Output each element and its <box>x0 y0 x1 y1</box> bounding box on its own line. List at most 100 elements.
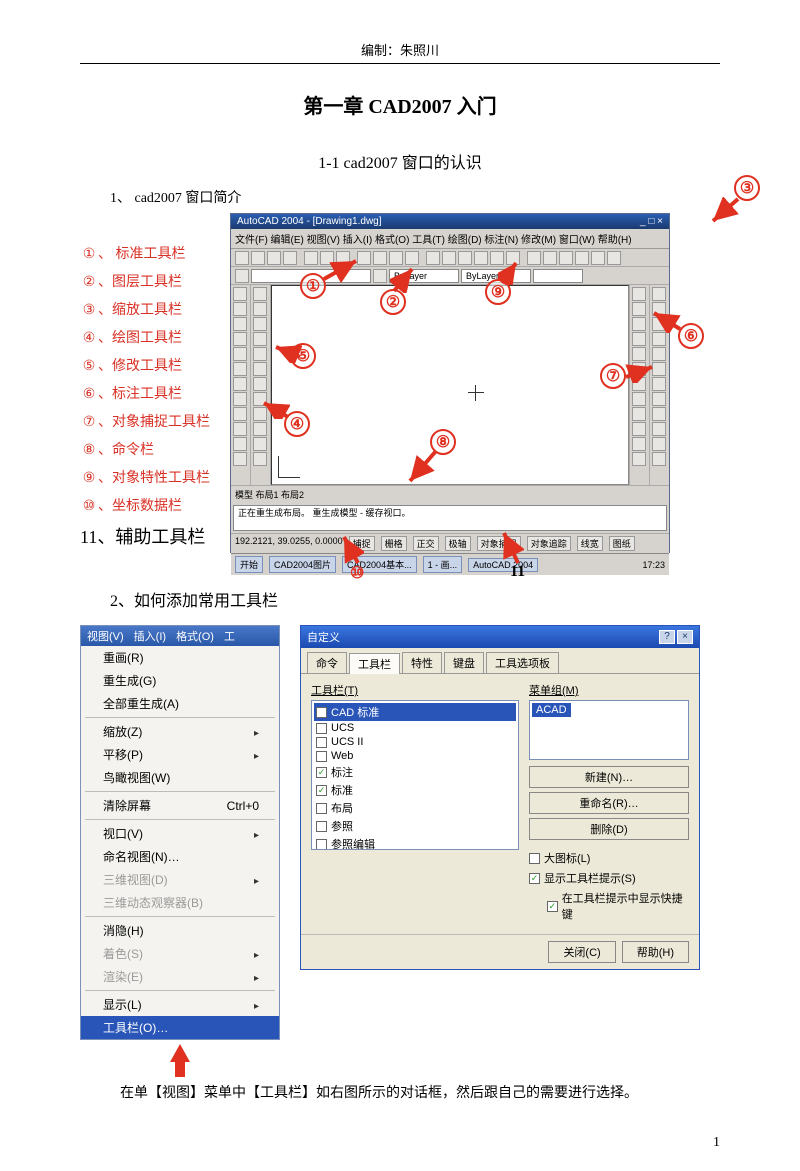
view-menu-item[interactable]: 显示(L) <box>81 993 279 1016</box>
cad-command-line[interactable]: 正在重生成布局。 重生成模型 - 缓存视口。 <box>233 505 667 531</box>
cad-modify-toolbar[interactable] <box>251 285 271 485</box>
rename-button[interactable]: 重命名(R)… <box>529 792 689 814</box>
page-number: 1 <box>80 1135 720 1151</box>
status-polar[interactable]: 极轴 <box>445 536 471 551</box>
cad-layer-toolbar[interactable]: ByLayer ByLayer <box>231 267 669 285</box>
crosshair-cursor <box>468 385 484 401</box>
tab-properties[interactable]: 特性 <box>402 652 442 673</box>
toolbar-list-item[interactable]: Web <box>314 749 516 763</box>
toolbar-list-label: 工具栏(T) <box>311 682 519 698</box>
header-rule <box>80 63 720 64</box>
view-menu[interactable]: 视图(V) 插入(I) 格式(O) 工 重画(R)重生成(G)全部重生成(A) 缩… <box>80 625 280 1040</box>
toolbar-list-item[interactable]: 参照 <box>314 817 516 835</box>
instruction-text: 在单【视图】菜单中【工具栏】如右图所示的对话框，然后跟自己的需要进行选择。 <box>120 1083 720 1105</box>
check-show-tooltips[interactable]: 显示工具栏提示(S) <box>529 870 689 886</box>
circled-marker-6: ⑥ <box>678 323 704 349</box>
cad-standard-toolbar[interactable] <box>231 249 669 267</box>
dialog-title: 自定义 <box>307 629 340 645</box>
view-menu-item[interactable]: 渲染(E) <box>81 965 279 988</box>
cad-osnap-toolbar[interactable] <box>629 285 649 485</box>
task-item[interactable]: CAD2004基本... <box>342 556 417 573</box>
check-large-icons[interactable]: 大图标(L) <box>529 850 689 866</box>
toolbar-list-item[interactable]: 标准 <box>314 781 516 799</box>
view-menu-item[interactable]: 缩放(Z) <box>81 720 279 743</box>
tab-keyboard[interactable]: 键盘 <box>444 652 484 673</box>
start-button[interactable]: 开始 <box>235 556 263 573</box>
view-menu-item[interactable]: 全部重生成(A) <box>81 692 279 715</box>
cad-status-bar[interactable]: 192.2121, 39.0255, 0.0000 捕捉 栅格 正交 极轴 对象… <box>231 533 669 553</box>
customize-dialog: 自定义 ? × 命令 工具栏 特性 键盘 工具选项板 工具栏(T) CAD 标准… <box>300 625 700 970</box>
status-osnap[interactable]: 对象捕捉 <box>477 536 521 551</box>
section-1-title: 1-1 cad2007 窗口的认识 <box>80 149 720 173</box>
delete-button[interactable]: 删除(D) <box>529 818 689 840</box>
legend-item-5: ⑤、修改工具栏 <box>80 355 230 375</box>
tab-toolpalettes[interactable]: 工具选项板 <box>486 652 559 673</box>
legend-item-11: 11、辅助工具栏 <box>80 523 230 549</box>
dialog-titlebar[interactable]: 自定义 ? × <box>301 626 699 648</box>
toolbar-list-item[interactable]: UCS II <box>314 735 516 749</box>
section-2-title: 2、如何添加常用工具栏 <box>110 587 720 611</box>
view-menu-item[interactable]: 消隐(H) <box>81 919 279 942</box>
cad-canvas[interactable] <box>271 285 629 485</box>
cad-menubar[interactable]: 文件(F) 编辑(E) 视图(V) 插入(I) 格式(O) 工具(T) 绘图(D… <box>231 229 669 249</box>
view-menu-item[interactable]: 三维视图(D) <box>81 868 279 891</box>
toolbar-list-item[interactable]: 参照编辑 <box>314 835 516 850</box>
view-menu-item[interactable]: 平移(P) <box>81 743 279 766</box>
view-menu-item[interactable]: 工具栏(O)… <box>81 1016 279 1039</box>
toolbar-list-item[interactable]: 布局 <box>314 799 516 817</box>
view-menu-item[interactable]: 命名视图(N)… <box>81 845 279 868</box>
view-menu-item[interactable]: 着色(S) <box>81 942 279 965</box>
dialog-tabs[interactable]: 命令 工具栏 特性 键盘 工具选项板 <box>301 648 699 674</box>
legend-item-2: ②、图层工具栏 <box>80 271 230 291</box>
tab-toolbars[interactable]: 工具栏 <box>349 653 400 674</box>
cad-window-titlebar: AutoCAD 2004 - [Drawing1.dwg] _ □ × <box>231 214 669 229</box>
tab-commands[interactable]: 命令 <box>307 652 347 673</box>
windows-taskbar[interactable]: 开始 CAD2004图片 CAD2004基本... 1 - 画... AutoC… <box>231 553 669 575</box>
task-item[interactable]: AutoCAD 2004 <box>468 558 538 572</box>
view-menu-item[interactable]: 重画(R) <box>81 646 279 669</box>
cad-window-title: AutoCAD 2004 - [Drawing1.dwg] <box>237 216 382 227</box>
cad-draw-toolbar[interactable] <box>231 285 251 485</box>
menugroup-item[interactable]: ACAD <box>532 703 571 717</box>
legend-item-1: ①、 标准工具栏 <box>80 243 230 263</box>
close-button[interactable]: 关闭(C) <box>548 941 615 963</box>
cad-dim-toolbar[interactable] <box>649 285 669 485</box>
task-item[interactable]: 1 - 画... <box>423 556 463 573</box>
status-ortho[interactable]: 正交 <box>413 536 439 551</box>
cad-window-controls[interactable]: _ □ × <box>640 216 663 227</box>
help-icon[interactable]: ? <box>659 630 675 644</box>
toolbar-list-item[interactable]: UCS <box>314 721 516 735</box>
status-lwt[interactable]: 线宽 <box>577 536 603 551</box>
view-menu-item[interactable]: 三维动态观察器(B) <box>81 891 279 914</box>
view-menu-item[interactable]: 清除屏幕Ctrl+0 <box>81 794 279 817</box>
legend-item-7: ⑦、对象捕捉工具栏 <box>80 411 230 431</box>
help-button[interactable]: 帮助(H) <box>622 941 689 963</box>
toolbar-list-item[interactable]: 标注 <box>314 763 516 781</box>
ucs-icon <box>278 456 300 478</box>
cad-window: AutoCAD 2004 - [Drawing1.dwg] _ □ × 文件(F… <box>230 213 670 553</box>
status-snap[interactable]: 捕捉 <box>349 536 375 551</box>
view-menu-pointer-arrow <box>80 1040 280 1067</box>
view-menu-item[interactable]: 鸟瞰视图(W) <box>81 766 279 789</box>
menugroup-label: 菜单组(M) <box>529 682 689 698</box>
status-otrack[interactable]: 对象追踪 <box>527 536 571 551</box>
taskbar-clock: 17:23 <box>642 560 665 570</box>
toolbar-list-item[interactable]: CAD 标准 <box>314 703 516 721</box>
task-item[interactable]: CAD2004图片 <box>269 556 336 573</box>
close-icon[interactable]: × <box>677 630 693 644</box>
new-button[interactable]: 新建(N)… <box>529 766 689 788</box>
legend-item-8: ⑧、命令栏 <box>80 439 230 459</box>
cad-figure: AutoCAD 2004 - [Drawing1.dwg] _ □ × 文件(F… <box>230 213 720 557</box>
legend-item-3: ③、缩放工具栏 <box>80 299 230 319</box>
status-paper[interactable]: 图纸 <box>609 536 635 551</box>
chapter-title: 第一章 CAD2007 入门 <box>80 90 720 119</box>
cad-model-tabs[interactable]: 模型 布局1 布局2 <box>231 485 669 503</box>
view-menu-item[interactable]: 视口(V) <box>81 822 279 845</box>
check-show-shortcuts[interactable]: 在工具栏提示中显示快捷键 <box>547 890 689 922</box>
toolbar-list[interactable]: CAD 标准UCSUCS IIWeb标注标准布局参照参照编辑插入查询对象捕捉对象… <box>311 700 519 850</box>
menugroup-list[interactable]: ACAD <box>529 700 689 760</box>
status-grid[interactable]: 栅格 <box>381 536 407 551</box>
header-author: 编制：朱照川 <box>80 40 720 59</box>
view-menu-header: 视图(V) 插入(I) 格式(O) 工 <box>81 626 279 646</box>
view-menu-item[interactable]: 重生成(G) <box>81 669 279 692</box>
